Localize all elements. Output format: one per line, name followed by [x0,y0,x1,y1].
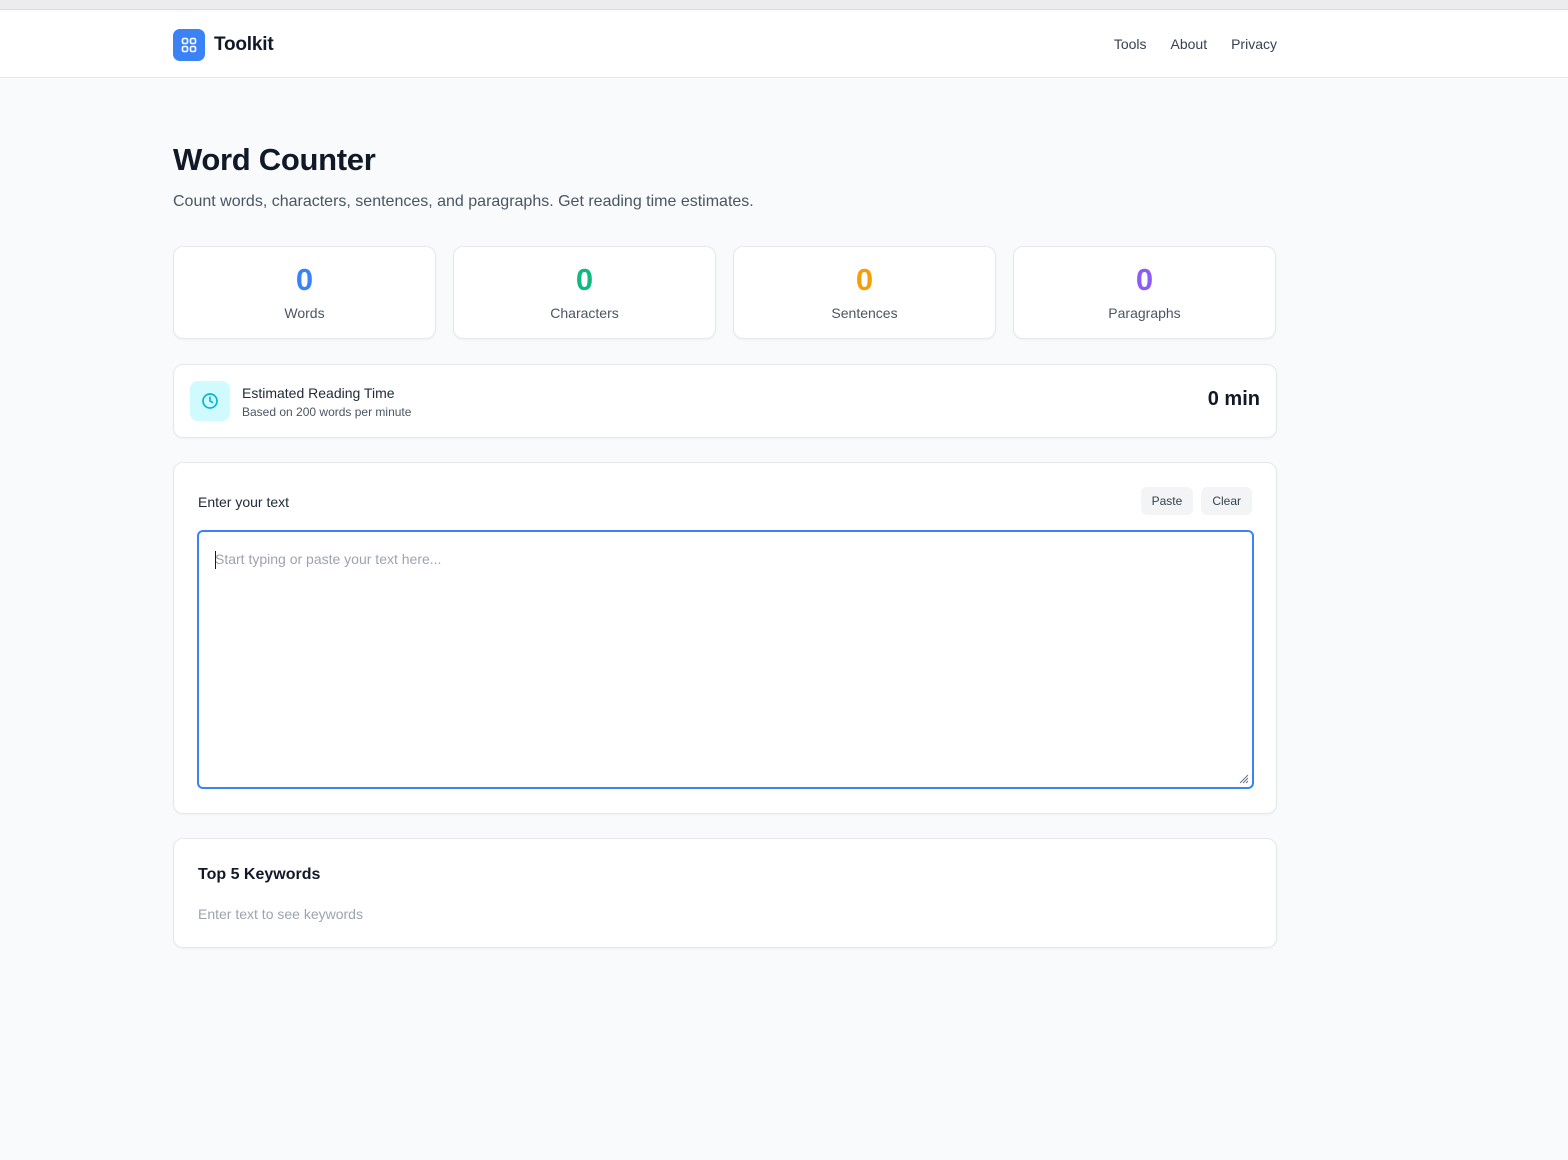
text-caret [215,551,216,569]
stat-value-sentences: 0 [855,262,874,297]
reading-time-value: 0 min [1207,388,1260,410]
nav-links: Tools About Privacy [1114,36,1277,52]
stats-row: 0 Words 0 Characters 0 Sentences 0 Parag… [173,246,1277,339]
editor-actions: Paste Clear [1140,487,1252,515]
grid-logo-icon [173,29,205,61]
reading-time-title: Estimated Reading Time [242,385,395,401]
text-input-wrapper [197,530,1254,789]
stat-card-words: 0 Words [173,246,436,339]
keywords-title: Top 5 Keywords [198,866,321,883]
brand-name: Toolkit [214,34,274,55]
stat-value-paragraphs: 0 [1135,262,1154,297]
clock-icon [190,381,230,421]
keywords-empty-message: Enter text to see keywords [198,906,363,922]
stat-label-words: Words [284,305,325,321]
stat-card-sentences: 0 Sentences [733,246,996,339]
nav-link-about[interactable]: About [1171,36,1208,52]
resize-handle-icon[interactable] [1237,772,1249,784]
stat-value-characters: 0 [575,262,594,297]
paste-button[interactable]: Paste [1140,487,1194,515]
text-input[interactable] [199,532,1252,787]
browser-top-strip [0,0,1568,10]
stat-label-characters: Characters [550,305,619,321]
text-input-label: Enter your text [198,494,290,510]
navbar: Toolkit Tools About Privacy [0,12,1568,78]
stat-value-words: 0 [295,262,314,297]
keywords-card: Top 5 Keywords Enter text to see keyword… [173,838,1277,948]
page-subtitle: Count words, characters, sentences, and … [173,193,754,210]
stat-card-paragraphs: 0 Paragraphs [1013,246,1276,339]
nav-link-tools[interactable]: Tools [1114,36,1147,52]
clear-button[interactable]: Clear [1201,487,1252,515]
brand[interactable]: Toolkit [173,29,274,61]
stat-label-paragraphs: Paragraphs [1108,305,1181,321]
text-input-card: Enter your text Paste Clear [173,462,1277,814]
stat-card-characters: 0 Characters [453,246,716,339]
stat-label-sentences: Sentences [831,305,898,321]
reading-time-subtitle: Based on 200 words per minute [242,405,412,419]
reading-time-card: Estimated Reading Time Based on 200 word… [173,364,1277,438]
page-title: Word Counter [173,142,376,177]
nav-link-privacy[interactable]: Privacy [1231,36,1277,52]
